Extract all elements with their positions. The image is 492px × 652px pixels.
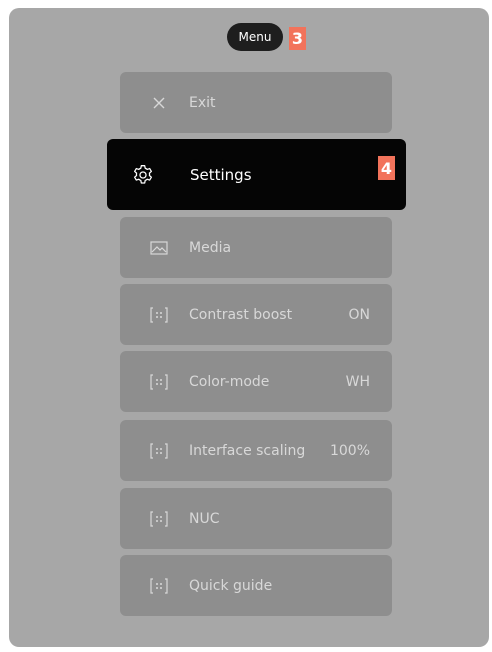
menu-title[interactable]: Menu [227, 23, 283, 51]
menu-item-label: Exit [189, 94, 216, 111]
menu-item-quick-guide[interactable]: Quick guide [120, 555, 392, 616]
frame-icon [148, 371, 170, 393]
frame-icon [148, 508, 170, 530]
menu-item-label: Media [189, 239, 232, 256]
callout-marker-settings: 4 [378, 156, 395, 180]
menu-item-contrast-boost[interactable]: Contrast boost ON [120, 284, 392, 345]
menu-item-value: 100% [329, 442, 370, 459]
frame-icon [148, 440, 170, 462]
menu-item-nuc[interactable]: NUC [120, 488, 392, 549]
menu-item-color-mode[interactable]: Color-mode WH [120, 351, 392, 412]
gear-icon [132, 164, 154, 186]
menu-item-value: WH [345, 373, 370, 390]
image-icon [148, 237, 170, 259]
menu-item-label: Settings [190, 165, 252, 184]
callout-marker-menu: 3 [289, 27, 306, 50]
frame-icon [148, 575, 170, 597]
close-icon [148, 92, 170, 114]
menu-title-label: Menu [238, 30, 272, 44]
menu-item-label: NUC [189, 510, 220, 527]
menu-item-label: Interface scaling [189, 442, 306, 459]
menu-item-label: Color-mode [189, 373, 270, 390]
menu-item-label: Quick guide [189, 577, 273, 594]
menu-item-media[interactable]: Media [120, 217, 392, 278]
camera-screen: Menu Exit Settings Media Contrast boost … [9, 8, 489, 647]
menu-item-value: ON [348, 306, 371, 323]
menu-item-label: Contrast boost [189, 306, 293, 323]
menu-item-settings[interactable]: Settings [107, 139, 406, 210]
menu-item-interface-scaling[interactable]: Interface scaling 100% [120, 420, 392, 481]
menu-item-exit[interactable]: Exit [120, 72, 392, 133]
frame-icon [148, 304, 170, 326]
